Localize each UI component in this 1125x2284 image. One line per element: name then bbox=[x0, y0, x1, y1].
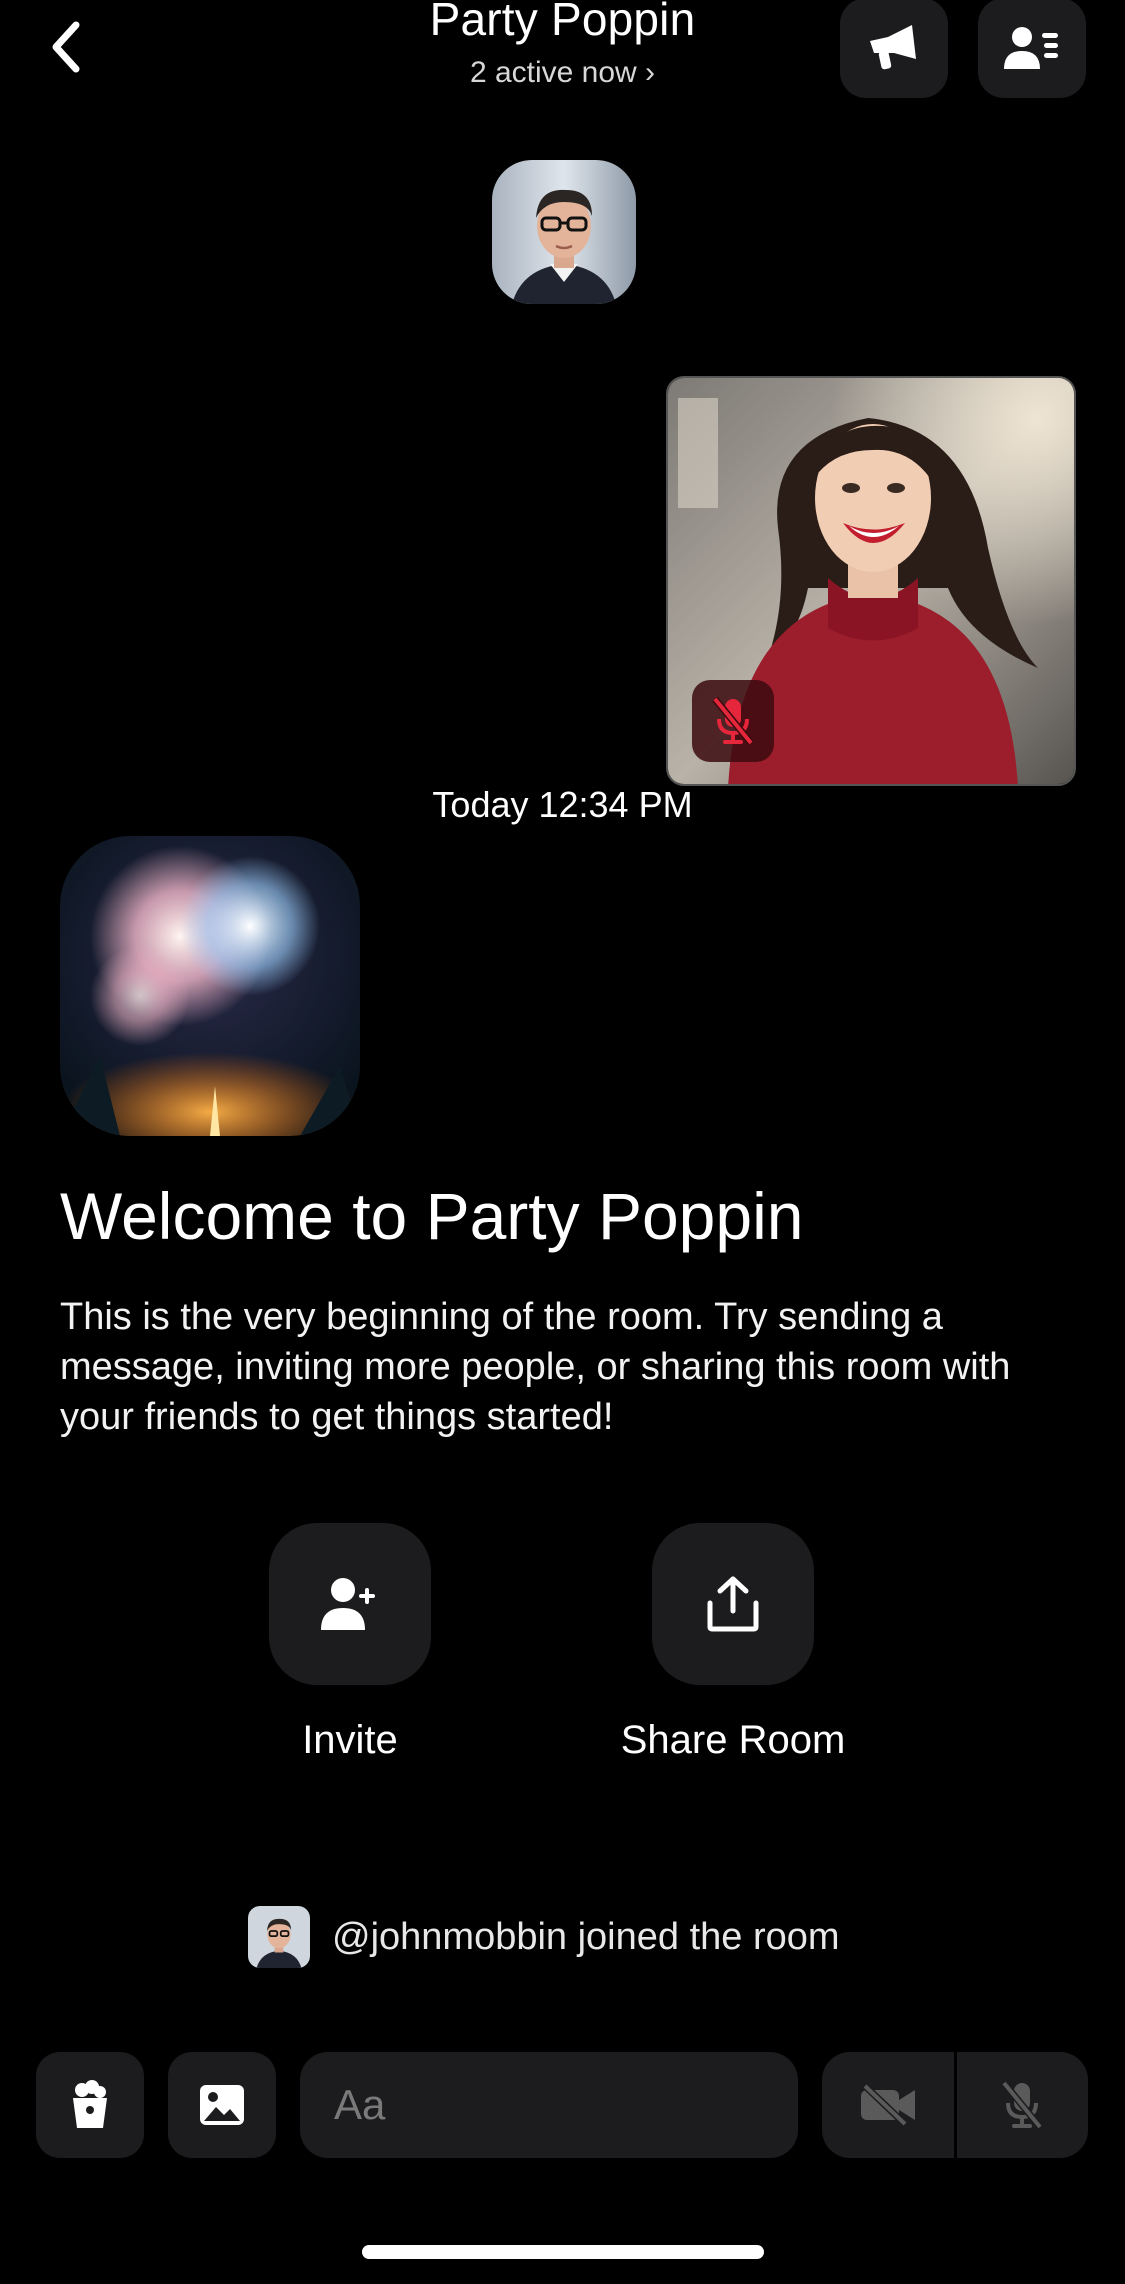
microphone-toggle-button[interactable] bbox=[957, 2052, 1089, 2158]
fireworks-image bbox=[60, 836, 360, 1136]
active-count-link[interactable]: 2 active now › bbox=[0, 56, 1125, 90]
add-person-icon bbox=[321, 1578, 375, 1630]
invite-button[interactable] bbox=[269, 1523, 431, 1685]
host-avatar[interactable] bbox=[492, 160, 636, 304]
welcome-description: This is the very beginning of the room. … bbox=[60, 1296, 1011, 1438]
room-title[interactable]: Party Poppin bbox=[0, 0, 1125, 46]
video-off-icon bbox=[860, 2084, 915, 2126]
share-icon bbox=[707, 1576, 759, 1632]
man-with-glasses-avatar bbox=[492, 160, 636, 304]
media-controls bbox=[822, 2052, 1088, 2158]
man-with-glasses-avatar bbox=[248, 1906, 310, 1968]
share-room-button[interactable] bbox=[652, 1523, 814, 1685]
avatar[interactable] bbox=[248, 1906, 310, 1968]
room-cover-image[interactable] bbox=[60, 836, 360, 1136]
participant-muted-badge bbox=[692, 680, 774, 762]
message-composer[interactable] bbox=[300, 2052, 877, 2158]
image-icon bbox=[200, 2085, 244, 2125]
announce-button[interactable] bbox=[840, 0, 948, 98]
megaphone-icon bbox=[870, 25, 916, 70]
microphone-off-icon bbox=[1001, 2080, 1043, 2130]
share-room-label: Share Room bbox=[620, 1718, 846, 1762]
members-button[interactable] bbox=[978, 0, 1086, 98]
message-input[interactable] bbox=[332, 2080, 877, 2130]
invite-label: Invite bbox=[302, 1718, 398, 1762]
popcorn-button[interactable] bbox=[36, 2052, 144, 2158]
welcome-title: Welcome to Party Poppin bbox=[60, 1179, 804, 1253]
member-list-icon bbox=[1004, 27, 1058, 69]
camera-toggle-button[interactable] bbox=[822, 2052, 954, 2158]
home-indicator[interactable] bbox=[362, 2245, 764, 2259]
image-picker-button[interactable] bbox=[168, 2052, 276, 2158]
session-timestamp: Today 12:34 PM bbox=[432, 784, 693, 825]
join-message: @johnmobbin joined the room bbox=[332, 1915, 840, 1958]
popcorn-icon bbox=[73, 2080, 107, 2128]
microphone-off-icon bbox=[712, 696, 754, 746]
join-activity: @johnmobbin joined the room bbox=[248, 1906, 840, 1968]
